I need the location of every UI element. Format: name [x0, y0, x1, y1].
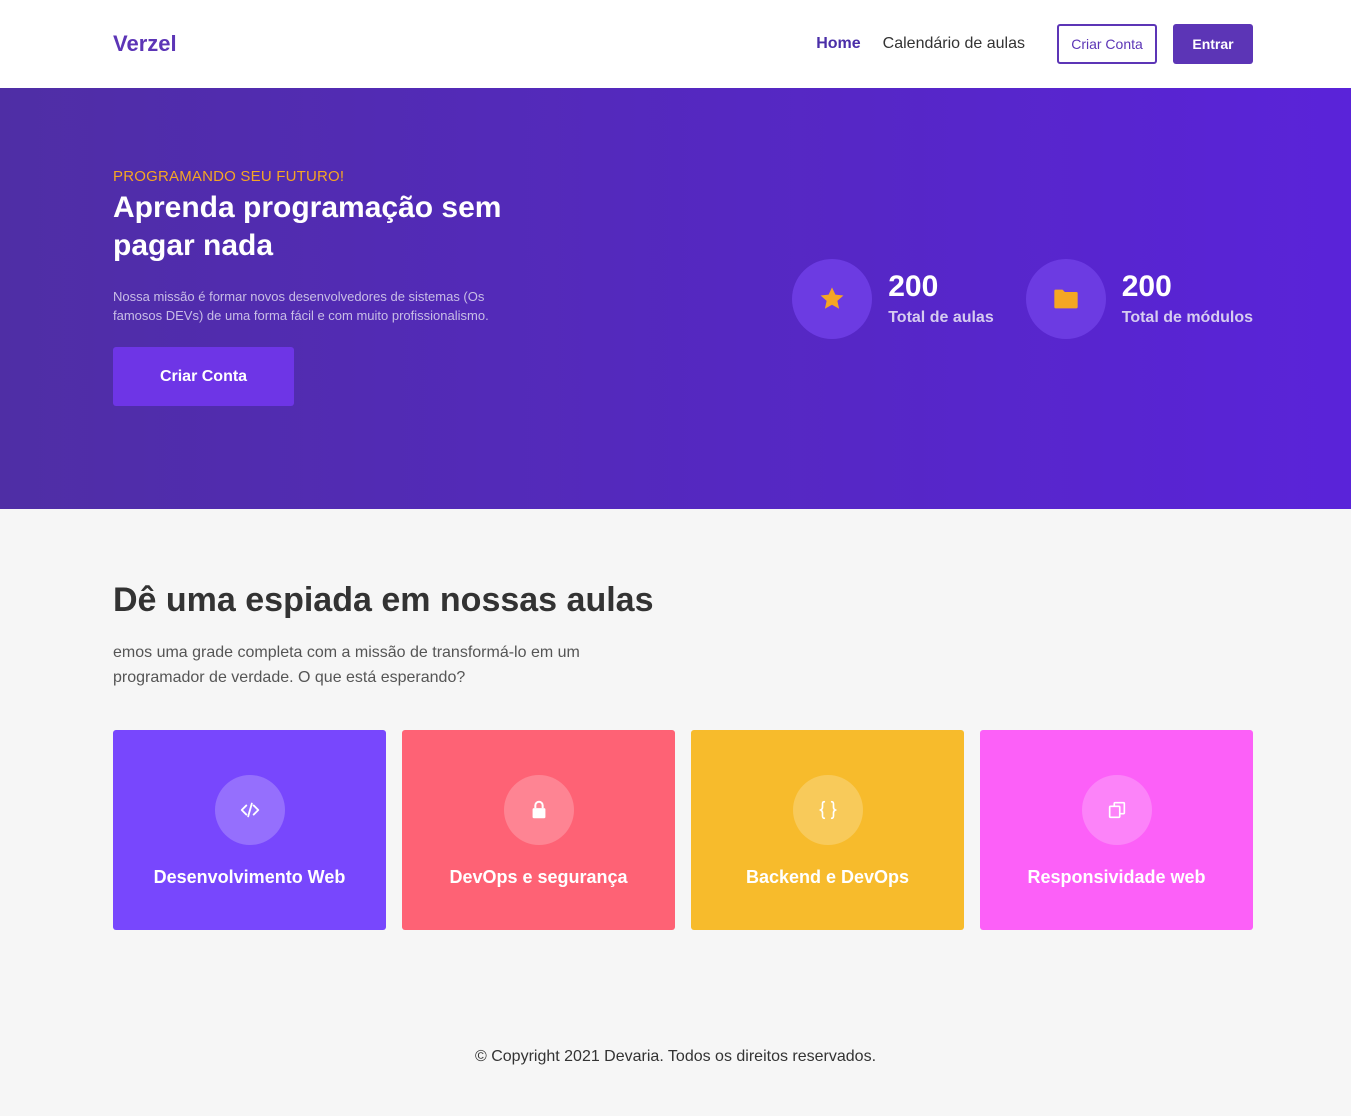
card-title: DevOps e segurança — [449, 867, 628, 887]
stat-value: 200 — [1121, 270, 1172, 303]
hero-description: Nossa missão é formar novos desenvolvedo… — [113, 289, 489, 323]
navbar: Verzel Home Calendário de aulas Criar Co… — [0, 0, 1351, 88]
section-title: Dê uma espiada em nossas aulas — [113, 581, 654, 619]
stat-label: Total de aulas — [888, 309, 994, 326]
courses-section: Dê uma espiada em nossas aulas emos uma … — [0, 509, 1351, 930]
hero-eyebrow: PROGRAMANDO SEU FUTURO! — [113, 168, 345, 185]
course-card-responsividade[interactable]: Responsividade web — [980, 730, 1253, 930]
copy-icon — [1081, 775, 1152, 845]
hero-stats: 200 Total de aulas 200 Total de módulos — [760, 259, 1253, 339]
course-card-backend[interactable]: Backend e DevOps — [691, 730, 964, 930]
nav-menu: Home Calendário de aulas Criar Conta Ent… — [816, 24, 1253, 64]
criar-conta-button[interactable]: Criar Conta — [1057, 24, 1157, 64]
code-icon — [214, 775, 285, 845]
hero-section: PROGRAMANDO SEU FUTURO! Aprenda programa… — [0, 88, 1351, 509]
folder-icon — [1025, 259, 1106, 339]
stat-total-modulos: 200 Total de módulos — [1025, 259, 1253, 339]
logo[interactable]: Verzel — [113, 31, 177, 57]
footer: © Copyright 2021 Devaria. Todos os direi… — [0, 1048, 1351, 1066]
stat-value: 200 — [888, 270, 939, 303]
nav-link-home[interactable]: Home — [816, 35, 860, 53]
lock-icon — [503, 775, 574, 845]
copyright-text: © Copyright 2021 Devaria. Todos os direi… — [474, 1048, 877, 1065]
card-title: Desenvolvimento Web — [153, 867, 346, 887]
course-cards: Desenvolvimento Web DevOps e segurança B… — [113, 730, 1253, 930]
nav-link-calendario[interactable]: Calendário de aulas — [883, 35, 1025, 53]
hero-title: Aprenda programação sem pagar nada — [113, 191, 502, 262]
stat-label: Total de módulos — [1121, 309, 1253, 326]
hero-content: PROGRAMANDO SEU FUTURO! Aprenda programa… — [113, 168, 533, 406]
braces-icon — [792, 775, 863, 845]
card-title: Responsividade web — [1027, 867, 1206, 887]
course-card-web[interactable]: Desenvolvimento Web — [113, 730, 386, 930]
course-card-devops-seguranca[interactable]: DevOps e segurança — [402, 730, 675, 930]
entrar-button[interactable]: Entrar — [1173, 24, 1253, 64]
section-description: emos uma grade completa com a missão de … — [113, 644, 580, 686]
hero-criar-conta-button[interactable]: Criar Conta — [113, 347, 294, 406]
card-title: Backend e DevOps — [745, 867, 910, 887]
star-icon — [792, 259, 873, 339]
stat-total-aulas: 200 Total de aulas — [792, 259, 994, 339]
